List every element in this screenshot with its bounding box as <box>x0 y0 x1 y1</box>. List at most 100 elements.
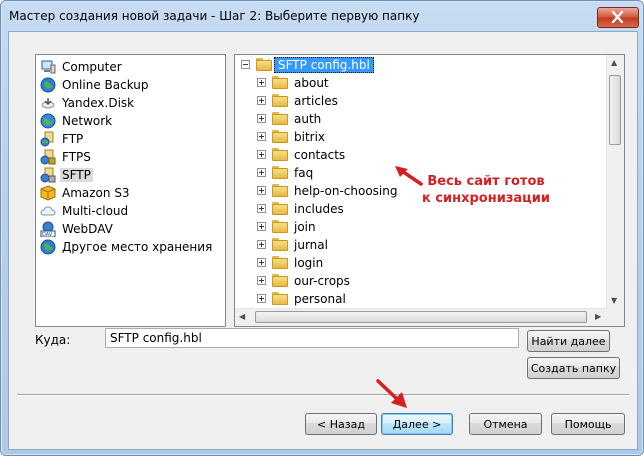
tree-root-label[interactable]: SFTP config.hbl <box>274 56 374 73</box>
destination-path-input[interactable] <box>105 328 519 348</box>
expand-toggle[interactable] <box>257 276 266 285</box>
webdav-icon: DAV <box>40 221 56 238</box>
close-button[interactable] <box>597 7 639 28</box>
storage-item-label: Computer <box>62 59 122 74</box>
storage-item-online-backup[interactable]: Online Backup <box>40 76 149 93</box>
folder-label: personal <box>294 291 346 306</box>
globe-icon <box>40 77 56 93</box>
folder-icon <box>272 255 288 270</box>
folder-icon <box>272 129 288 144</box>
folder-icon <box>272 219 288 234</box>
folder-icon <box>272 147 288 162</box>
folder-row[interactable]: join <box>257 218 316 235</box>
computer-icon <box>40 59 56 75</box>
storage-item-amazon-s3[interactable]: Amazon S3 <box>40 184 130 201</box>
storage-item-label: SFTP <box>60 167 93 182</box>
yandex-disk-icon <box>40 95 56 111</box>
folder-icon <box>272 165 288 180</box>
storage-item-webdav[interactable]: DAV WebDAV <box>40 220 113 238</box>
scroll-down-arrow-icon[interactable]: ▼ <box>611 296 617 305</box>
horizontal-scroll-thumb[interactable] <box>255 311 587 323</box>
folder-row[interactable]: includes <box>257 200 344 217</box>
storage-item-label: Amazon S3 <box>62 185 130 200</box>
storage-item-computer[interactable]: Computer <box>40 58 122 75</box>
expand-toggle[interactable] <box>257 96 266 105</box>
storage-item-label: FTPS <box>62 149 91 164</box>
annotation-text: Весь сайт готов к синхронизации <box>421 174 551 206</box>
folder-row[interactable]: jurnal <box>257 236 328 253</box>
ftps-icon <box>40 149 56 165</box>
expand-toggle[interactable] <box>257 168 266 177</box>
expand-toggle[interactable] <box>257 258 266 267</box>
folder-row[interactable]: articles <box>257 92 338 109</box>
svg-text:DAV: DAV <box>42 232 53 237</box>
folder-row[interactable]: about <box>257 74 329 91</box>
scroll-right-arrow-icon[interactable]: ▶ <box>595 312 601 321</box>
storage-item-label: WebDAV <box>62 221 113 236</box>
back-button[interactable]: < Назад <box>305 413 377 435</box>
storage-item-ftps[interactable]: FTPS <box>40 148 91 165</box>
storage-item-label: Другое место хранения <box>62 239 213 254</box>
storage-item-label: Online Backup <box>62 77 149 92</box>
folder-label: join <box>294 219 316 234</box>
folder-row[interactable]: faq <box>257 164 313 181</box>
scroll-up-arrow-icon[interactable]: ▲ <box>611 58 617 67</box>
expand-toggle[interactable] <box>257 150 266 159</box>
folder-row[interactable]: login <box>257 254 323 271</box>
folder-row[interactable]: bitrix <box>257 128 325 145</box>
folder-row[interactable]: contacts <box>257 146 345 163</box>
collapse-toggle[interactable] <box>241 60 250 69</box>
expand-toggle[interactable] <box>257 114 266 123</box>
create-folder-button[interactable]: Создать папку <box>527 357 620 379</box>
annotation-arrow-icon <box>395 166 423 186</box>
folder-label: auth <box>294 111 322 126</box>
expand-toggle[interactable] <box>257 186 266 195</box>
folder-icon <box>272 273 288 288</box>
next-pointer-arrow-icon <box>376 379 407 408</box>
destination-label: Куда: <box>35 333 71 347</box>
vertical-scroll-thumb[interactable] <box>609 75 621 145</box>
wizard-window: Мастер создания новой задачи - Шаг 2: Вы… <box>0 0 644 456</box>
horizontal-scrollbar[interactable]: ◀ ▶ <box>235 308 607 326</box>
storage-item-sftp[interactable]: SFTP <box>40 166 93 183</box>
amazon-s3-cube-icon <box>40 184 56 201</box>
expand-toggle[interactable] <box>257 78 266 87</box>
storage-item-multi-cloud[interactable]: Multi-cloud <box>40 202 128 219</box>
expand-toggle[interactable] <box>257 294 266 303</box>
help-button[interactable]: Помощь <box>551 413 625 435</box>
expand-toggle[interactable] <box>257 222 266 231</box>
folder-label: help-on-choosing <box>294 183 398 198</box>
cancel-button[interactable]: Отмена <box>469 413 542 435</box>
folder-icon <box>272 111 288 126</box>
folder-label: bitrix <box>294 129 326 144</box>
folder-label: includes <box>294 201 344 216</box>
storage-item-other[interactable]: Другое место хранения <box>40 238 212 255</box>
folder-icon <box>272 237 288 252</box>
storage-item-label: Network <box>62 113 113 128</box>
expand-toggle[interactable] <box>257 132 266 141</box>
scroll-left-arrow-icon[interactable]: ◀ <box>239 312 245 321</box>
storage-item-network[interactable]: Network <box>40 112 112 129</box>
sftp-connection-icon <box>256 57 272 72</box>
storage-item-yandex-disk[interactable]: Yandex.Disk <box>40 94 134 111</box>
storage-item-ftp[interactable]: FTP <box>40 130 83 147</box>
expand-toggle[interactable] <box>257 204 266 213</box>
scroll-corner <box>607 309 624 326</box>
folder-row[interactable]: help-on-choosing <box>257 182 397 199</box>
find-next-button[interactable]: Найти далее <box>527 330 610 352</box>
close-x-icon <box>611 11 624 23</box>
storage-type-list[interactable]: Computer Online Backup Yandex.Disk Netwo… <box>35 54 226 327</box>
folder-icon <box>272 201 288 216</box>
folder-icon <box>272 93 288 108</box>
folder-row[interactable]: auth <box>257 110 321 127</box>
title-bar[interactable]: Мастер создания новой задачи - Шаг 2: Вы… <box>1 1 643 31</box>
next-button[interactable]: Далее > <box>381 413 453 435</box>
folder-row[interactable]: personal <box>257 290 346 307</box>
vertical-scrollbar[interactable]: ▲ ▼ <box>606 55 624 309</box>
ftp-icon <box>40 131 56 147</box>
folder-row[interactable]: our-crops <box>257 272 350 289</box>
tree-root-row[interactable]: SFTP config.hbl <box>241 56 374 73</box>
expand-toggle[interactable] <box>257 240 266 249</box>
folder-label: login <box>294 255 324 270</box>
folder-label: faq <box>294 165 314 180</box>
